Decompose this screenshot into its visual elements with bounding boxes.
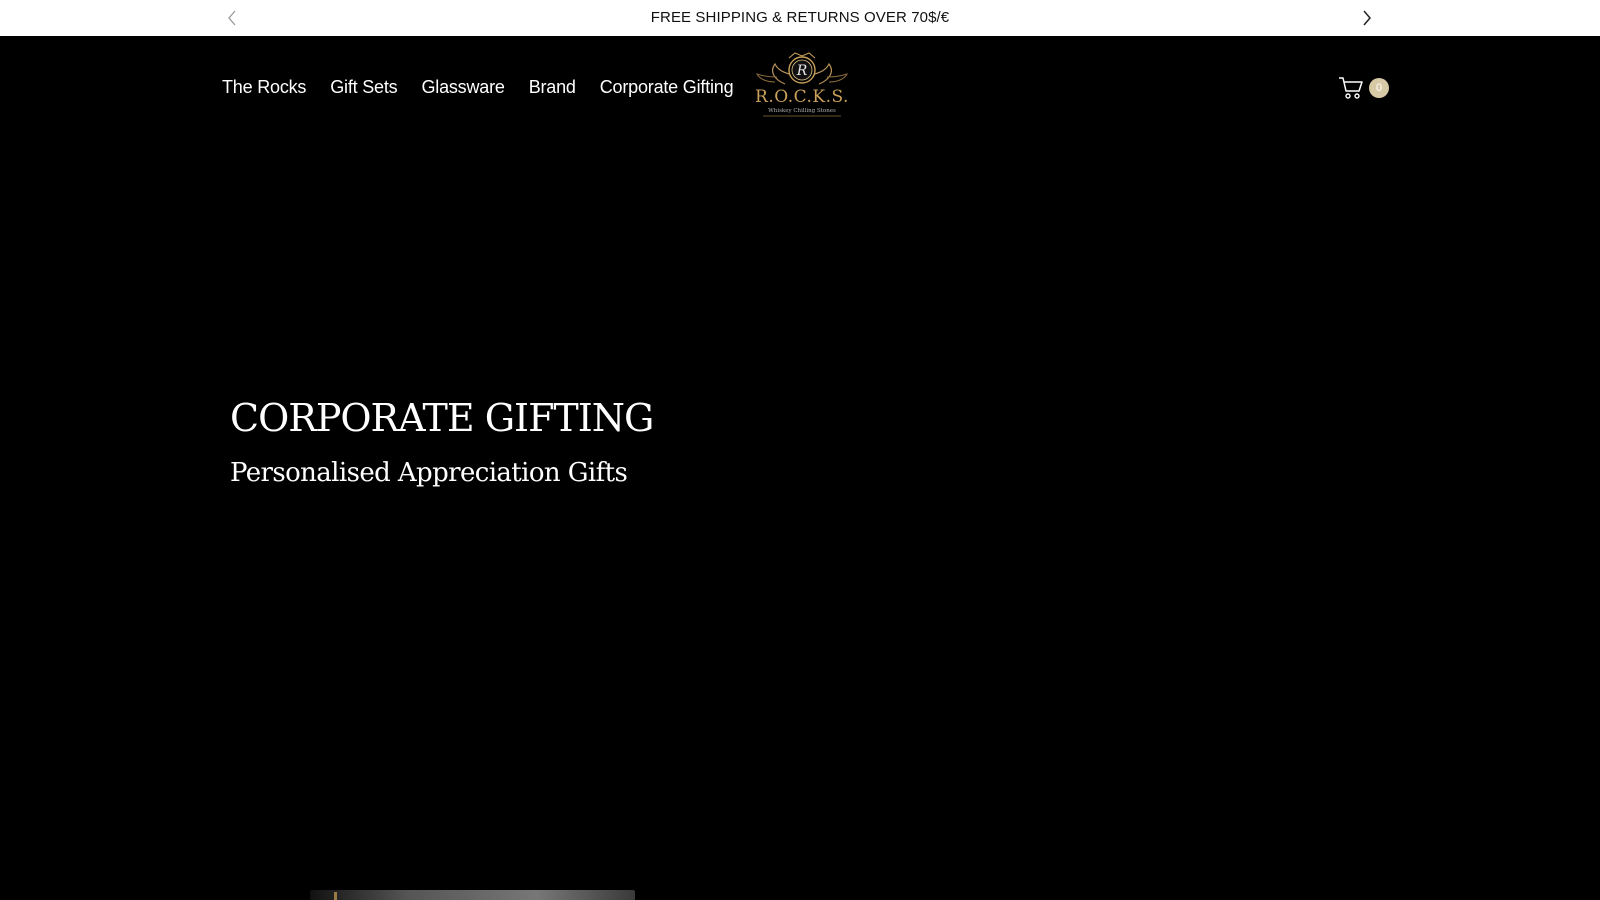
nav-item-brand[interactable]: Brand bbox=[529, 77, 576, 98]
main-nav: The Rocks Gift Sets Glassware Brand Corp… bbox=[222, 77, 757, 98]
nav-item-gift-sets[interactable]: Gift Sets bbox=[330, 77, 397, 98]
logo-monogram: R bbox=[796, 63, 808, 79]
logo-tagline: Whiskey Chilling Stones bbox=[768, 108, 836, 114]
logo-wordmark: R.O.C.K.S. bbox=[755, 87, 849, 107]
announcement-bar: FREE SHIPPING & RETURNS OVER 70$/€ bbox=[0, 0, 1600, 36]
hero-product-image bbox=[310, 890, 635, 900]
chevron-right-icon bbox=[1363, 10, 1371, 26]
nav-item-corporate-gifting[interactable]: Corporate Gifting bbox=[600, 77, 734, 98]
hero-title: CORPORATE GIFTING bbox=[230, 396, 654, 440]
nav-item-glassware[interactable]: Glassware bbox=[421, 77, 504, 98]
site-logo[interactable]: R R.O.C.K.S. Whiskey Chilling Stones bbox=[745, 50, 859, 120]
nav-item-the-rocks[interactable]: The Rocks bbox=[222, 77, 306, 98]
site-header: The Rocks Gift Sets Glassware Brand Corp… bbox=[0, 36, 1600, 132]
cart-count-badge: 0 bbox=[1369, 78, 1389, 98]
cart-button[interactable]: 0 bbox=[1338, 76, 1390, 100]
hero-subtitle: Personalised Appreciation Gifts bbox=[230, 458, 628, 488]
announcement-next-button[interactable] bbox=[1357, 8, 1377, 28]
cart-icon bbox=[1339, 77, 1363, 99]
rocks-logo-icon: R R.O.C.K.S. Whiskey Chilling Stones bbox=[755, 52, 849, 117]
